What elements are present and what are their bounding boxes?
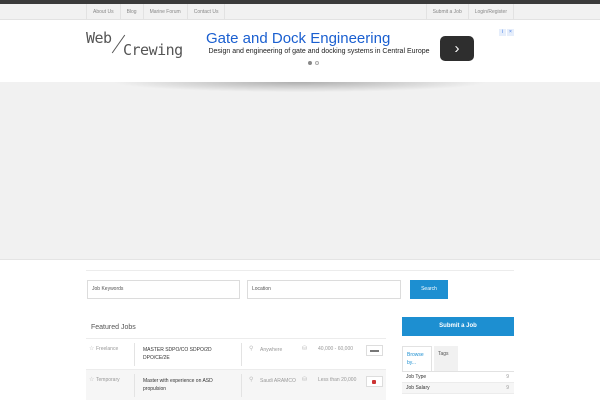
ad-dot[interactable]: [315, 61, 319, 65]
nav-about-us[interactable]: About Us: [86, 4, 120, 20]
ad-choices[interactable]: i ×: [499, 29, 514, 36]
divider: [134, 343, 135, 366]
ad-title[interactable]: Gate and Dock Engineering: [206, 30, 390, 47]
site-logo[interactable]: Web Crewing: [86, 29, 196, 61]
sidebar: Submit a Job Browse by... Tags Job Type …: [402, 317, 514, 394]
nav-submit-job[interactable]: Submit a Job: [425, 4, 468, 20]
ad-next-arrow-button[interactable]: ›: [440, 36, 474, 61]
logo-text-crewing: Crewing: [123, 41, 183, 59]
logo-text-web: Web: [86, 29, 112, 47]
ad-description: Design and engineering of gate and docki…: [208, 48, 430, 55]
top-navigation: About Us Blog Marine Forum Contact Us Su…: [0, 4, 600, 20]
filter-job-type[interactable]: Job Type 9: [402, 372, 514, 383]
job-type: Temporary: [96, 377, 120, 383]
job-row[interactable]: ☆ Freelance MASTER SDPO/CO SDPO/2D DPO/C…: [86, 338, 386, 369]
ad-pagination-dots: [308, 61, 319, 65]
location-pin-icon: ⚲: [249, 377, 254, 383]
browse-filters: Job Type 9 Job Salary 9: [402, 372, 514, 394]
submit-job-button[interactable]: Submit a Job: [402, 317, 514, 336]
filter-job-salary[interactable]: Job Salary 9: [402, 383, 514, 394]
nav-marine-forum[interactable]: Marine Forum: [142, 4, 187, 20]
hero-banner-area: [0, 82, 600, 260]
star-icon[interactable]: ☆: [89, 345, 94, 352]
job-row[interactable]: ☆ Temporary Master with experience on AS…: [86, 369, 386, 400]
banner-shadow: [80, 82, 520, 94]
job-title[interactable]: MASTER SDPO/CO SDPO/2D DPO/CE/2E: [143, 346, 231, 362]
job-salary: 40,000 - 60,000: [318, 346, 354, 352]
nav-right-group: Submit a Job Login/Register: [425, 4, 514, 20]
sidebar-tabs: Browse by... Tags: [402, 346, 514, 372]
divider: [241, 374, 242, 397]
tab-browse-by[interactable]: Browse by...: [402, 346, 432, 371]
tab-tags[interactable]: Tags: [434, 346, 458, 371]
divider: [241, 343, 242, 366]
job-title[interactable]: Master with experience on ASD propulsion: [143, 377, 231, 393]
filter-count: 9: [506, 374, 509, 380]
nav-login-register[interactable]: Login/Register: [467, 4, 514, 20]
nav-left-group: About Us Blog Marine Forum Contact Us: [86, 4, 226, 20]
location-input[interactable]: Location: [247, 280, 401, 299]
job-keywords-input[interactable]: Job Keywords: [87, 280, 240, 299]
filter-label: Job Salary: [406, 385, 430, 391]
nav-contact-us[interactable]: Contact Us: [186, 4, 226, 20]
ad-dot-active[interactable]: [308, 61, 312, 65]
job-search-bar: Job Keywords Location Search: [86, 270, 514, 310]
company-logo: [366, 345, 383, 356]
job-location: Anywhere: [260, 347, 283, 353]
search-button[interactable]: Search: [410, 280, 448, 299]
star-icon[interactable]: ☆: [89, 376, 94, 383]
company-logo: [366, 376, 383, 387]
featured-jobs-heading: Featured Jobs: [91, 324, 136, 331]
ad-info-icon[interactable]: i: [499, 29, 506, 36]
job-type: Freelance: [96, 346, 119, 352]
salary-icon: ⛁: [302, 346, 308, 352]
divider: [134, 374, 135, 397]
featured-jobs-list: ☆ Freelance MASTER SDPO/CO SDPO/2D DPO/C…: [86, 338, 386, 400]
location-pin-icon: ⚲: [249, 346, 254, 352]
filter-count: 9: [506, 385, 509, 391]
ad-close-icon[interactable]: ×: [507, 29, 514, 36]
salary-icon: ⛁: [302, 377, 308, 383]
filter-label: Job Type: [406, 374, 427, 380]
job-location: Saudi ARAMCO: [260, 378, 296, 384]
advertisement-banner[interactable]: Gate and Dock Engineering Design and eng…: [198, 29, 514, 69]
job-salary: Less than 20,000: [318, 377, 357, 383]
nav-blog[interactable]: Blog: [119, 4, 143, 20]
